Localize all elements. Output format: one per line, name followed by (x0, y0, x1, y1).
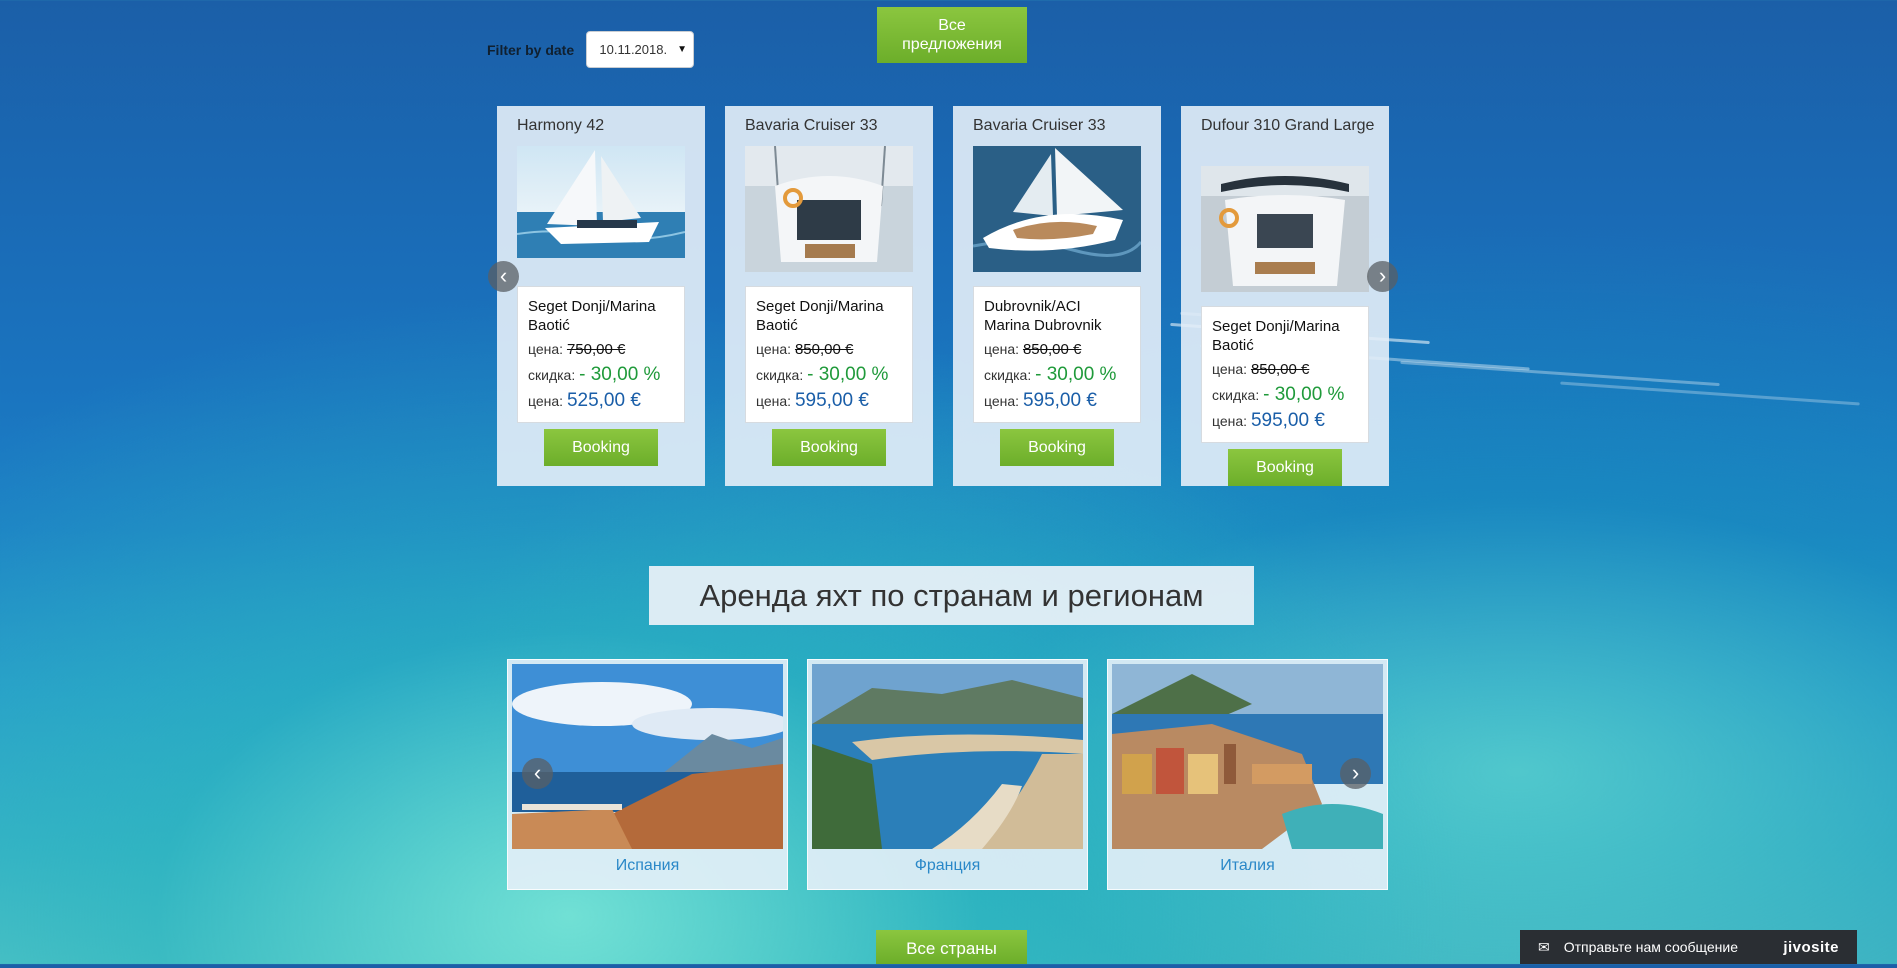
booking-button[interactable]: Booking (1000, 429, 1114, 466)
filter-by-date-label: Filter by date (487, 42, 575, 58)
date-select-value: 10.11.2018. (599, 42, 668, 57)
new-price: 595,00 € (1022, 390, 1097, 411)
booking-button[interactable]: Booking (772, 429, 886, 466)
discount-value: - 30,00 % (807, 364, 889, 385)
marina-location: Seget Donji/Marina Baotić (528, 298, 656, 334)
booking-button[interactable]: Booking (1228, 449, 1342, 486)
chevron-right-icon: › (1378, 263, 1387, 288)
discount-label: скидка: (984, 367, 1032, 383)
region-photo (1112, 664, 1383, 849)
old-price: 750,00 € (566, 341, 626, 358)
offer-card: Harmony 42 Seget Donji/Marina Baotić цен… (497, 106, 705, 486)
all-offers-button[interactable]: Все предложения (877, 7, 1027, 63)
chevron-right-icon: › (1351, 760, 1360, 785)
offer-details: Seget Donji/Marina Baotić цена: 750,00 €… (517, 286, 685, 423)
dropdown-arrow-icon: ▼ (677, 44, 687, 55)
new-price-label: цена: (984, 393, 1020, 409)
discount-value: - 30,00 % (579, 364, 661, 385)
new-price: 595,00 € (794, 390, 869, 411)
discount-value: - 30,00 % (1035, 364, 1117, 385)
offer-card: Bavaria Cruiser 33 Dubrovnik/ACI Marina … (953, 106, 1161, 486)
region-card-france[interactable]: Франция (807, 659, 1088, 890)
offer-details: Seget Donji/Marina Baotić цена: 850,00 €… (745, 286, 913, 423)
all-offers-line1: Все (938, 17, 966, 34)
all-countries-button[interactable]: Все страны (876, 930, 1027, 964)
yacht-name: Dufour 310 Grand Large (1201, 117, 1375, 134)
chevron-left-icon: ‹ (533, 760, 542, 785)
new-price-label: цена: (528, 393, 564, 409)
regions-heading: Аренда яхт по странам и регионам (649, 566, 1254, 625)
offers-prev-arrow[interactable]: ‹ (488, 261, 519, 292)
yacht-name: Bavaria Cruiser 33 (973, 117, 1106, 134)
booking-button[interactable]: Booking (544, 429, 658, 466)
discount-value: - 30,00 % (1263, 384, 1345, 405)
price-label: цена: (528, 341, 564, 357)
discount-label: скидка: (1212, 387, 1260, 403)
yacht-photo[interactable] (1201, 166, 1369, 292)
offer-details: Seget Donji/Marina Baotić цена: 850,00 €… (1201, 306, 1369, 443)
new-price-label: цена: (756, 393, 792, 409)
price-label: цена: (1212, 361, 1248, 377)
marina-location: Seget Donji/Marina Baotić (756, 298, 884, 334)
discount-label: скидка: (528, 367, 576, 383)
new-price: 525,00 € (566, 390, 641, 411)
offer-details: Dubrovnik/ACI Marina Dubrovnik цена: 850… (973, 286, 1141, 423)
offer-card: Dufour 310 Grand Large Seget Donji/Marin… (1181, 106, 1389, 486)
price-label: цена: (756, 341, 792, 357)
yacht-photo[interactable] (517, 146, 685, 258)
chat-widget[interactable]: ✉ Отправьте нам сообщение jivosite (1520, 930, 1857, 964)
discount-label: скидка: (756, 367, 804, 383)
old-price: 850,00 € (794, 341, 854, 358)
region-name[interactable]: Италия (1108, 857, 1387, 875)
chevron-left-icon: ‹ (499, 263, 508, 288)
region-photo (512, 664, 783, 849)
yacht-name: Harmony 42 (517, 117, 605, 134)
yacht-photo[interactable] (745, 146, 913, 272)
old-price: 850,00 € (1250, 361, 1310, 378)
offer-card: Bavaria Cruiser 33 Seget Donji/Marina Ba… (725, 106, 933, 486)
new-price: 595,00 € (1250, 410, 1325, 431)
region-name[interactable]: Франция (808, 857, 1087, 875)
old-price: 850,00 € (1022, 341, 1082, 358)
new-price-label: цена: (1212, 413, 1248, 429)
marina-location: Seget Donji/Marina Baotić (1212, 318, 1340, 354)
regions-next-arrow[interactable]: › (1340, 758, 1371, 789)
date-select[interactable]: 10.11.2018. ▼ (586, 31, 694, 68)
yacht-photo[interactable] (973, 146, 1141, 272)
chat-label: Отправьте нам сообщение (1563, 939, 1739, 955)
offers-next-arrow[interactable]: › (1367, 261, 1398, 292)
mail-icon: ✉ (1538, 938, 1550, 955)
price-label: цена: (984, 341, 1020, 357)
regions-prev-arrow[interactable]: ‹ (522, 758, 553, 789)
region-name[interactable]: Испания (508, 857, 787, 875)
jivosite-logo: jivosite (1783, 938, 1839, 956)
all-offers-line2: предложения (902, 36, 1002, 53)
marina-location: Dubrovnik/ACI Marina Dubrovnik (984, 298, 1102, 334)
yacht-name: Bavaria Cruiser 33 (745, 117, 878, 134)
region-photo (812, 664, 1083, 849)
